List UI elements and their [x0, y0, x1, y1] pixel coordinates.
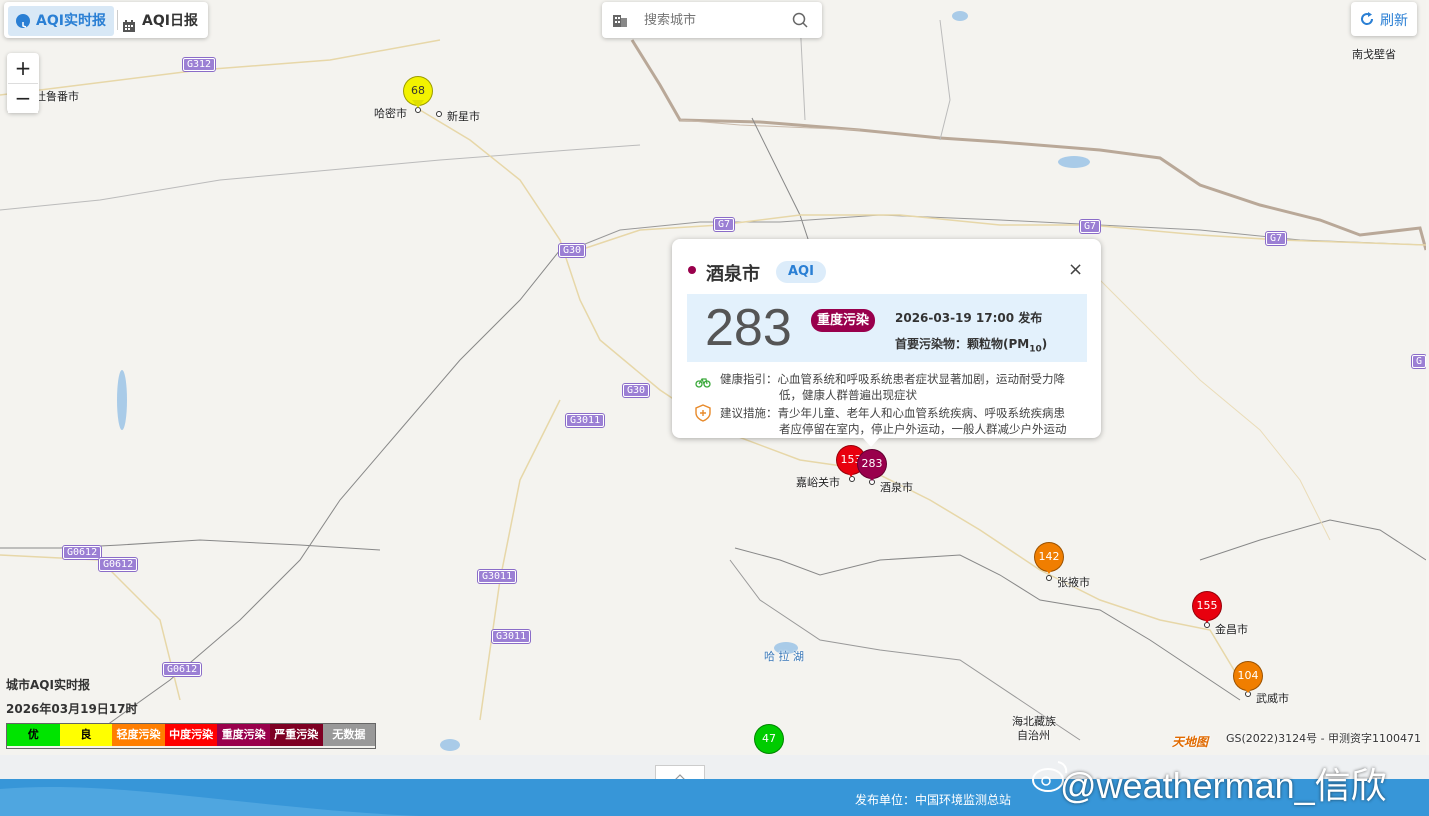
advice: 建议措施：青少年儿童、老年人和心血管系统疾病、呼吸系统疾病患 — [720, 406, 1065, 420]
search-icon[interactable] — [792, 12, 808, 32]
close-icon[interactable]: × — [1068, 259, 1083, 280]
tab-divider — [117, 10, 118, 30]
legend-item: 严重污染 — [270, 724, 323, 746]
region-label-lake: 哈 拉 湖 — [764, 650, 804, 663]
zoom-in-button[interactable]: + — [8, 54, 38, 83]
aqi-legend: 优良轻度污染 中度污染 重度污染 严重污染 无数据 — [6, 723, 376, 749]
road-shield-g312: G312 — [181, 57, 217, 72]
popup-aqi-box: 283 重度污染 2026-03-19 17:00 发布 首要污染物：颗粒物(P… — [687, 294, 1087, 362]
aqi-value: 47 — [754, 724, 784, 754]
legend-item: 重度污染 — [217, 724, 270, 746]
aqi-marker-hami[interactable]: 68 — [403, 76, 433, 114]
city-label-jiayuguan: 嘉峪关市 — [796, 476, 840, 489]
road-shield-g0612: G0612 — [61, 545, 103, 560]
aqi-marker-wuwei[interactable]: 104 — [1233, 661, 1263, 699]
weibo-watermark: @weatherman_信欣 — [1060, 765, 1387, 806]
road-shield-g7: G7 — [712, 217, 736, 232]
legend-item: 轻度污染 — [112, 724, 165, 746]
road-shield-g7: G7 — [1078, 219, 1102, 234]
road-shield-g0612: G0612 — [161, 662, 203, 677]
zoom-control: + − — [7, 53, 39, 113]
refresh-icon — [1359, 11, 1375, 31]
building-icon — [612, 12, 628, 32]
city-aqi-popup: 酒泉市 AQI × 283 重度污染 2026-03-19 17:00 发布 首… — [672, 239, 1101, 447]
aqi-marker-zhangye[interactable]: 142 — [1034, 542, 1064, 580]
popup-publish-time: 2026-03-19 17:00 发布 — [895, 311, 1043, 325]
popup-aqi-tag: AQI — [776, 261, 826, 283]
lake-shape — [1058, 156, 1090, 168]
tab-daily-aqi[interactable]: AQI日报 — [114, 6, 212, 36]
region-label-turpan: 吐鲁番市 — [35, 90, 79, 103]
national-border — [630, 39, 1426, 251]
expand-panel-button[interactable] — [655, 765, 705, 781]
road-shield-g7: G7 — [1264, 231, 1288, 246]
tianditu-logo: 天地图 — [1172, 735, 1209, 749]
legend-item: 良 — [59, 724, 113, 746]
map-credit: GS(2022)3124号 - 甲测资字1100471 — [1226, 732, 1422, 745]
city-label-xinxing: 新星市 — [447, 110, 480, 123]
legend-item: 优 — [7, 724, 60, 746]
legend-item: 中度污染 — [164, 724, 218, 746]
health-guide: 健康指引：心血管系统和呼吸系统患者症状显著加剧，运动耐受力降 — [720, 372, 1065, 386]
tab-label: AQI日报 — [142, 13, 198, 29]
road-shield-g30: G30 — [621, 383, 651, 398]
popup-primary-pollutant: 首要污染物：颗粒物(PM10) — [895, 337, 1048, 355]
road-shield-g30: G30 — [557, 243, 587, 258]
bicycle-icon — [695, 373, 711, 392]
clock-icon — [16, 14, 30, 28]
tab-realtime-aqi[interactable]: AQI实时报 — [8, 6, 114, 36]
search-input[interactable] — [642, 9, 786, 31]
health-guide-2: 低，健康人群普遍出现症状 — [779, 388, 917, 402]
road-shield-g0612: G0612 — [97, 557, 139, 572]
region-label-haibei-2: 自治州 — [1017, 729, 1050, 742]
advice-2: 者应停留在室内，停止户外运动，一般人群减少户外运动 — [779, 422, 1067, 436]
publisher-label: 发布单位：中国环境监测总站 — [855, 793, 1012, 807]
aqi-marker-jiuquan[interactable]: 283 — [857, 449, 887, 487]
legend-item: 无数据 — [322, 724, 376, 746]
refresh-button[interactable]: 刷新 — [1351, 2, 1417, 36]
popup-city-name: 酒泉市 — [706, 264, 760, 285]
region-label-gobi: 南戈壁省 — [1352, 48, 1396, 61]
road-shield-partial: G — [1410, 354, 1426, 369]
legend-date: 2026年03月19日17时 — [6, 702, 138, 716]
aqi-marker-jinchang[interactable]: 155 — [1192, 591, 1222, 629]
zoom-out-button[interactable]: − — [8, 84, 38, 113]
calendar-icon — [122, 14, 136, 44]
road-shield-g3011: G3011 — [490, 629, 532, 644]
search-box — [602, 2, 822, 38]
shield-heart-icon — [694, 404, 712, 426]
legend-title: 城市AQI实时报 — [6, 678, 90, 692]
road-shield-g3011: G3011 — [476, 569, 518, 584]
report-tabs: AQI实时报 AQI日报 — [4, 2, 208, 38]
popup-pointer — [863, 438, 879, 447]
aqi-marker-south[interactable]: 47 — [754, 724, 784, 755]
popup-aqi-value: 283 — [705, 299, 792, 357]
refresh-label: 刷新 — [1380, 13, 1408, 29]
city-dot — [436, 111, 442, 117]
popup-level-badge: 重度污染 — [811, 309, 876, 332]
road-shield-g3011: G3011 — [564, 413, 606, 428]
level-dot-icon — [688, 266, 696, 274]
tab-label: AQI实时报 — [36, 13, 106, 29]
